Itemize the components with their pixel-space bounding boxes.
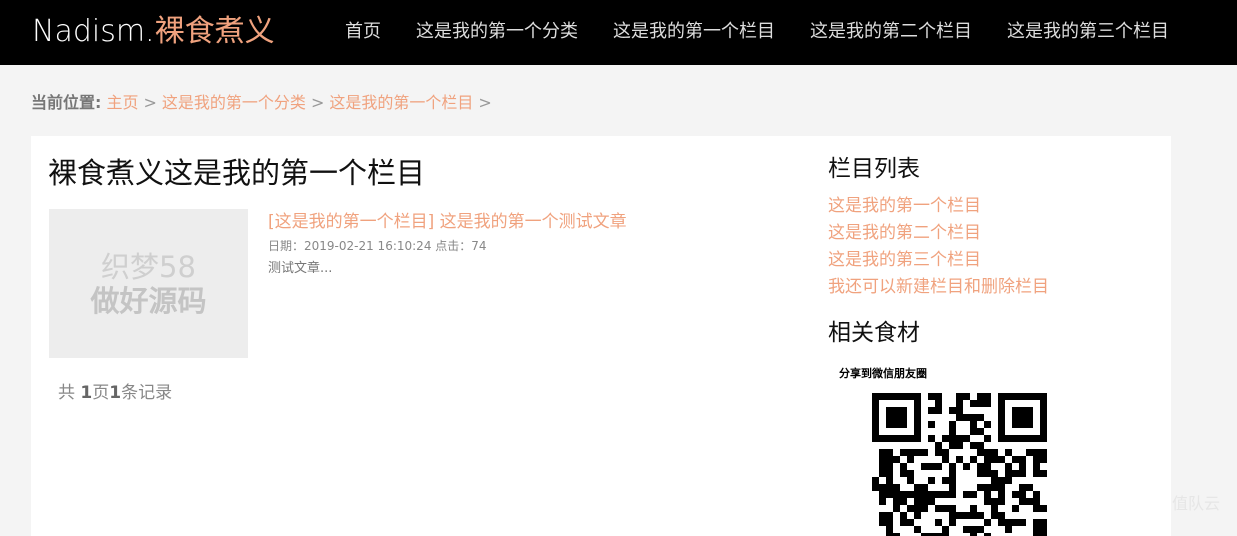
- article-meta: 日期：2019-02-21 16:10:24 点击：74: [268, 239, 487, 253]
- article-category-link[interactable]: [这是我的第一个栏目]: [268, 212, 434, 232]
- column-list: 这是我的第一个栏目 这是我的第二个栏目 这是我的第三个栏目 我还可以新建栏目和删…: [828, 193, 1049, 301]
- nav-home[interactable]: 首页: [345, 20, 381, 44]
- column-link[interactable]: 我还可以新建栏目和删除栏目: [828, 277, 1049, 297]
- breadcrumb-home[interactable]: 主页: [107, 93, 139, 112]
- nav-column-2[interactable]: 这是我的第二个栏目: [810, 20, 972, 44]
- article-thumbnail[interactable]: 织梦58 做好源码: [49, 209, 248, 358]
- breadcrumb-separator: >: [143, 93, 157, 112]
- pager-mid: 页: [92, 383, 110, 403]
- article-description: 测试文章...: [268, 261, 333, 276]
- breadcrumb-column[interactable]: 这是我的第一个栏目: [329, 93, 473, 112]
- column-list-heading: 栏目列表: [828, 156, 920, 182]
- pager-post: 条记录: [121, 383, 173, 403]
- thumbnail-text-line2: 做好源码: [90, 283, 207, 318]
- pager-page-count: 1: [80, 383, 93, 403]
- nav-column-3[interactable]: 这是我的第三个栏目: [1007, 20, 1169, 44]
- logo-cn: 裸食煮义: [154, 14, 275, 49]
- wechat-qr-code-icon[interactable]: [872, 393, 1047, 536]
- page-title: 裸食煮义这是我的第一个栏目: [48, 156, 426, 190]
- breadcrumb-category[interactable]: 这是我的第一个分类: [162, 93, 306, 112]
- breadcrumb-separator: >: [478, 93, 492, 112]
- nav-column-1[interactable]: 这是我的第一个栏目: [613, 20, 775, 44]
- list-item: 这是我的第二个栏目: [828, 220, 1049, 247]
- pager-record-count: 1: [109, 383, 122, 403]
- breadcrumb-prefix: 当前位置:: [31, 93, 102, 112]
- article-title-link[interactable]: 这是我的第一个测试文章: [440, 212, 627, 232]
- pager-pre: 共: [58, 383, 81, 403]
- list-item: 我还可以新建栏目和删除栏目: [828, 274, 1049, 301]
- thumbnail-text-line1: 织梦58: [101, 249, 196, 284]
- column-link[interactable]: 这是我的第三个栏目: [828, 250, 981, 270]
- nav-category-1[interactable]: 这是我的第一个分类: [416, 20, 578, 44]
- list-item: 这是我的第三个栏目: [828, 247, 1049, 274]
- related-ingredients-heading: 相关食材: [828, 320, 920, 346]
- site-logo[interactable]: Nadism.裸食煮义: [32, 13, 275, 51]
- main-nav: 首页 这是我的第一个分类 这是我的第一个栏目 这是我的第二个栏目 这是我的第三个…: [345, 20, 1204, 44]
- list-item: 这是我的第一个栏目: [828, 193, 1049, 220]
- column-link[interactable]: 这是我的第一个栏目: [828, 196, 981, 216]
- article-title-row: [这是我的第一个栏目] 这是我的第一个测试文章: [268, 210, 627, 234]
- pagination-info: 共 1页1条记录: [58, 381, 172, 405]
- logo-latin: Nadism.: [32, 14, 155, 49]
- wechat-share-label: 分享到微信朋友圈: [839, 367, 927, 380]
- watermark: 值队云: [1172, 494, 1221, 513]
- breadcrumb-separator: >: [310, 93, 325, 112]
- column-link[interactable]: 这是我的第二个栏目: [828, 223, 981, 243]
- top-navigation-bar: Nadism.裸食煮义 首页 这是我的第一个分类 这是我的第一个栏目 这是我的第…: [0, 0, 1237, 65]
- breadcrumb: 当前位置: 主页 > 这是我的第一个分类 > 这是我的第一个栏目 >: [31, 92, 497, 114]
